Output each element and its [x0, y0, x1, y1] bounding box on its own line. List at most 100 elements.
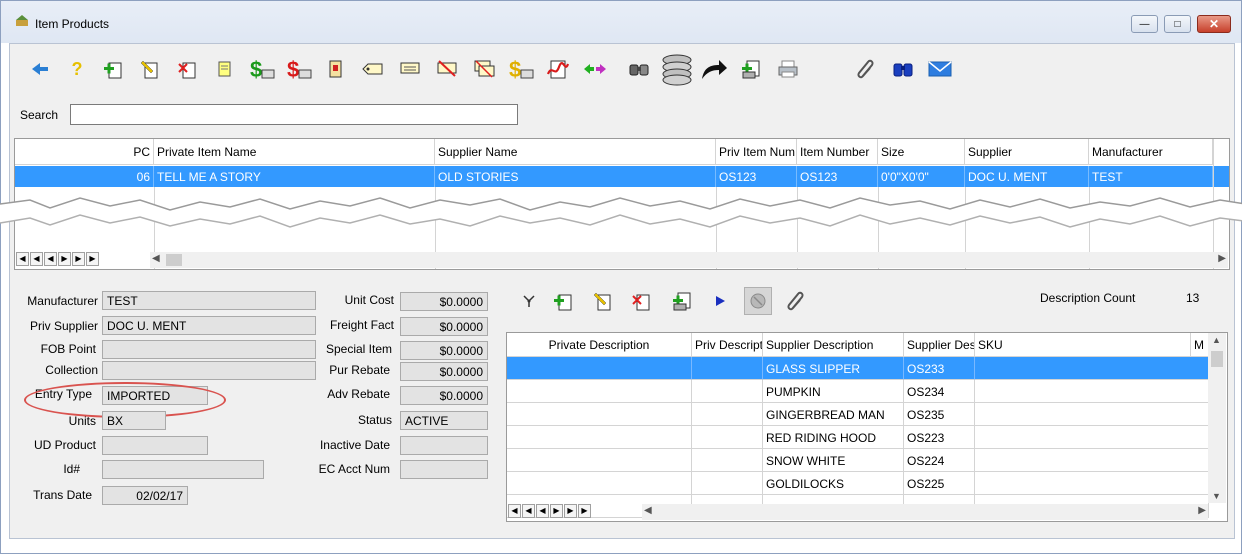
desc-edit-button[interactable] — [590, 287, 618, 315]
minimize-button[interactable]: — — [1131, 15, 1158, 33]
table-cell[interactable] — [692, 472, 763, 495]
forward-button[interactable] — [698, 52, 730, 86]
nav-prev-page-button[interactable]: ◀ — [30, 252, 43, 266]
new-record-button[interactable] — [98, 52, 130, 86]
label-print-button[interactable] — [394, 52, 426, 86]
cost-button[interactable]: $ — [505, 52, 537, 86]
scroll-right-icon[interactable]: ▶ — [1198, 505, 1206, 516]
desc-attachment-button[interactable] — [782, 287, 810, 315]
table-cell[interactable] — [975, 403, 1209, 426]
table-cell[interactable] — [692, 449, 763, 472]
table-cell[interactable]: OS224 — [904, 449, 975, 472]
table-row[interactable] — [507, 472, 692, 495]
nav-next-button[interactable]: ▶ — [550, 504, 563, 518]
nav-prev-page-button[interactable]: ◀ — [522, 504, 535, 518]
col-header-pc[interactable]: PC — [15, 139, 154, 165]
table-cell[interactable] — [975, 380, 1209, 403]
print-button[interactable] — [772, 52, 804, 86]
table-cell[interactable]: PUMPKIN — [763, 380, 904, 403]
nav-next-page-button[interactable]: ▶ — [564, 504, 577, 518]
description-grid[interactable]: Private Description Priv Descript Suppli… — [506, 332, 1228, 522]
trans-date-field[interactable]: 02/02/17 — [102, 486, 188, 505]
col-header-priv-descript[interactable]: Priv Descript — [692, 333, 763, 357]
units-field[interactable]: BX — [102, 411, 166, 430]
scroll-down-icon[interactable]: ▼ — [1212, 491, 1221, 501]
table-cell[interactable] — [692, 426, 763, 449]
top-grid-horizontal-scrollbar[interactable]: ◀ ▶ — [150, 252, 1228, 268]
table-row[interactable] — [507, 403, 692, 426]
table-cell[interactable]: OS233 — [904, 357, 975, 380]
notes-button[interactable] — [209, 52, 241, 86]
scroll-left-icon[interactable]: ◀ — [152, 253, 160, 264]
edit-record-button[interactable] — [135, 52, 167, 86]
desc-filter-button[interactable] — [744, 287, 772, 315]
scroll-thumb[interactable] — [166, 254, 182, 266]
table-cell[interactable]: OS234 — [904, 380, 975, 403]
scroll-left-icon[interactable]: ◀ — [644, 505, 652, 516]
nav-next-button[interactable]: ▶ — [58, 252, 71, 266]
desc-expand-button[interactable] — [516, 287, 544, 315]
manufacturer-field[interactable]: TEST — [102, 291, 316, 310]
special-item-field[interactable]: $0.0000 — [400, 341, 488, 360]
ec-acct-num-field[interactable] — [400, 460, 488, 479]
unit-cost-field[interactable]: $0.0000 — [400, 292, 488, 311]
table-cell[interactable] — [975, 472, 1209, 495]
desc-add-copy-button[interactable] — [668, 287, 696, 315]
add-copy-button[interactable] — [735, 52, 767, 86]
table-cell[interactable]: OS223 — [904, 426, 975, 449]
desc-add-button[interactable] — [550, 287, 578, 315]
table-cell[interactable] — [975, 449, 1209, 472]
scroll-right-icon[interactable]: ▶ — [1218, 253, 1226, 264]
tag-button[interactable] — [320, 52, 352, 86]
table-row[interactable] — [507, 357, 692, 380]
table-cell[interactable]: OS225 — [904, 472, 975, 495]
table-cell[interactable] — [975, 357, 1209, 380]
col-header-private-item-name[interactable]: Private Item Name — [154, 139, 435, 165]
nav-last-button[interactable]: ▶ — [578, 504, 591, 518]
table-cell[interactable]: OS235 — [904, 403, 975, 426]
col-header-priv-item-num[interactable]: Priv Item Num — [716, 139, 797, 165]
scroll-thumb[interactable] — [1211, 351, 1223, 367]
delete-record-button[interactable] — [172, 52, 204, 86]
pur-rebate-field[interactable]: $0.0000 — [400, 362, 488, 381]
maximize-button[interactable]: □ — [1164, 15, 1191, 33]
fob-point-field[interactable] — [102, 340, 316, 359]
label-button[interactable] — [357, 52, 389, 86]
scroll-up-icon[interactable]: ▲ — [1212, 335, 1221, 345]
col-header-size[interactable]: Size — [878, 139, 965, 165]
table-cell[interactable] — [975, 426, 1209, 449]
table-cell[interactable]: GOLDILOCKS — [763, 472, 904, 495]
col-header-supplier-des[interactable]: Supplier Des — [904, 333, 975, 357]
table-row[interactable] — [507, 426, 692, 449]
price-button[interactable]: $ — [246, 52, 278, 86]
nav-prev-button[interactable]: ◀ — [44, 252, 57, 266]
table-cell[interactable] — [692, 403, 763, 426]
table-row[interactable] — [507, 449, 692, 472]
freight-fact-field[interactable]: $0.0000 — [400, 317, 488, 336]
nav-first-button[interactable]: ◀ — [508, 504, 521, 518]
status-field[interactable]: ACTIVE — [400, 411, 488, 430]
adv-rebate-field[interactable]: $0.0000 — [400, 386, 488, 405]
col-header-m[interactable]: M — [1191, 333, 1209, 357]
price-red-button[interactable]: $ — [283, 52, 315, 86]
col-header-private-description[interactable]: Private Description — [507, 333, 692, 357]
back-button[interactable] — [24, 52, 56, 86]
email-button[interactable] — [924, 52, 956, 86]
nav-first-button[interactable]: ◀ — [16, 252, 29, 266]
table-cell[interactable]: RED RIDING HOOD — [763, 426, 904, 449]
col-header-item-number[interactable]: Item Number — [797, 139, 878, 165]
col-header-supplier-name[interactable]: Supplier Name — [435, 139, 716, 165]
table-cell[interactable]: GLASS SLIPPER — [763, 357, 904, 380]
table-cell[interactable] — [692, 380, 763, 403]
database-button[interactable] — [660, 52, 692, 86]
table-row[interactable] — [507, 380, 692, 403]
attachment-button[interactable] — [850, 52, 882, 86]
binoculars-small-button[interactable] — [623, 52, 655, 86]
ud-product-field[interactable] — [102, 436, 208, 455]
find-button[interactable] — [887, 52, 919, 86]
nav-prev-button[interactable]: ◀ — [536, 504, 549, 518]
table-cell[interactable]: SNOW WHITE — [763, 449, 904, 472]
description-vertical-scrollbar[interactable]: ▲ ▼ — [1208, 333, 1226, 503]
inactive-date-field[interactable] — [400, 436, 488, 455]
collection-field[interactable] — [102, 361, 316, 380]
